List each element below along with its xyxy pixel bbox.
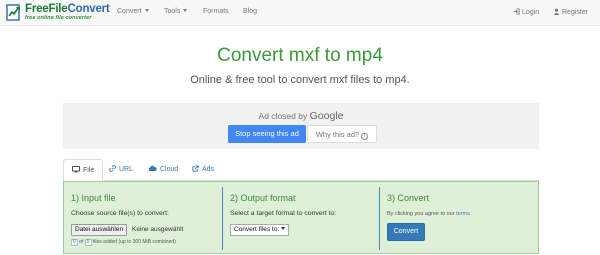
nav-login[interactable]: Login [513, 8, 539, 16]
user-icon [553, 8, 560, 15]
nav-formats[interactable]: Formats [203, 8, 229, 15]
input-file-instruction: Choose source file(s) to convert: [71, 210, 169, 217]
tab-file-label: File [83, 167, 95, 174]
nav-register-label: Register [562, 9, 589, 16]
output-format-section: 2) Output format Select a target format … [223, 182, 379, 255]
nav-blog-label: Blog [243, 8, 258, 15]
nav-tools[interactable]: Tools [164, 8, 188, 15]
ad-provider: Google [309, 110, 344, 122]
why-this-ad-label: Why this ad? [315, 130, 360, 139]
page-title: Convert mxf to mp4 [217, 45, 383, 66]
tab-ads[interactable]: Ads [192, 159, 214, 181]
terms-notice: By clicking you agree to our terms [387, 211, 470, 217]
nav-formats-label: Formats [203, 8, 229, 15]
file-count-current: 0 [71, 239, 78, 246]
brand-tagline: free online file converter [25, 15, 92, 21]
format-select-value: Convert files to: [234, 226, 280, 233]
converter-panel: 1) Input file Choose source file(s) to c… [63, 181, 539, 254]
cloud-icon [148, 165, 157, 171]
brand-name-part1: FreeFile [25, 3, 68, 15]
nav-tools-label: Tools [164, 8, 181, 15]
file-count-suffix: files added (up to 300 MiB combined) [92, 239, 176, 245]
nav-register[interactable]: Register [553, 8, 588, 16]
file-count: 0 of 5 files added (up to 300 MiB combin… [71, 239, 176, 246]
nav-login-label: Login [522, 9, 540, 16]
choose-file-button[interactable]: Datei auswählen [71, 224, 128, 236]
tab-file[interactable]: File [63, 159, 104, 182]
brand-logo[interactable]: FreeFileConvert free online file convert… [6, 3, 116, 23]
tab-cloud-label: Cloud [160, 166, 179, 173]
tab-ads-label: Ads [202, 166, 215, 173]
convert-title: 3) Convert [387, 193, 430, 203]
why-this-ad-button[interactable]: Why this ad? i [307, 125, 377, 143]
page-subtitle: Online & free tool to convert mxf files … [190, 74, 410, 86]
convert-section: 3) Convert By clicking you agree to our … [380, 182, 538, 255]
nav-convert[interactable]: Convert [117, 8, 149, 15]
login-icon [513, 8, 520, 15]
ad-container: Ad closed by Google Stop seeing this ad … [63, 103, 539, 149]
ad-closed-label: Ad closed by [258, 111, 308, 121]
brand-name: FreeFileConvert [25, 3, 110, 15]
monitor-icon [72, 166, 80, 173]
tab-cloud[interactable]: Cloud [148, 159, 178, 181]
source-tabs: File URL Cloud Ads [63, 159, 539, 182]
file-count-of: of [79, 239, 84, 245]
chevron-down-icon [144, 9, 149, 12]
file-status: Keine ausgewählt [132, 226, 184, 233]
format-select[interactable]: Convert files to: [230, 224, 290, 236]
logo-icon [6, 4, 20, 21]
external-link-icon [192, 165, 199, 172]
chevron-down-icon [281, 227, 286, 230]
nav-convert-label: Convert [117, 8, 142, 15]
convert-button[interactable]: Convert [387, 223, 425, 241]
input-file-section: 1) Input file Choose source file(s) to c… [64, 182, 222, 255]
tab-url-label: URL [119, 166, 134, 173]
brand-name-part2: Convert [67, 3, 110, 15]
navbar: FreeFileConvert free online file convert… [0, 0, 600, 26]
tab-url[interactable]: URL [109, 159, 133, 181]
output-format-instruction: Select a target format to convert to: [230, 210, 337, 217]
ad-closed-text: Ad closed by Google [63, 110, 539, 122]
output-format-title: 2) Output format [230, 193, 296, 203]
stop-seeing-ad-button[interactable]: Stop seeing this ad [228, 125, 306, 143]
file-count-max: 5 [84, 239, 92, 246]
nav-blog[interactable]: Blog [243, 8, 257, 15]
link-icon [109, 165, 116, 172]
input-file-title: 1) Input file [71, 193, 116, 203]
chevron-down-icon [183, 9, 188, 12]
terms-link[interactable]: terms [456, 211, 470, 217]
info-icon: i [361, 133, 369, 140]
terms-prefix: By clicking you agree to our [387, 211, 455, 217]
